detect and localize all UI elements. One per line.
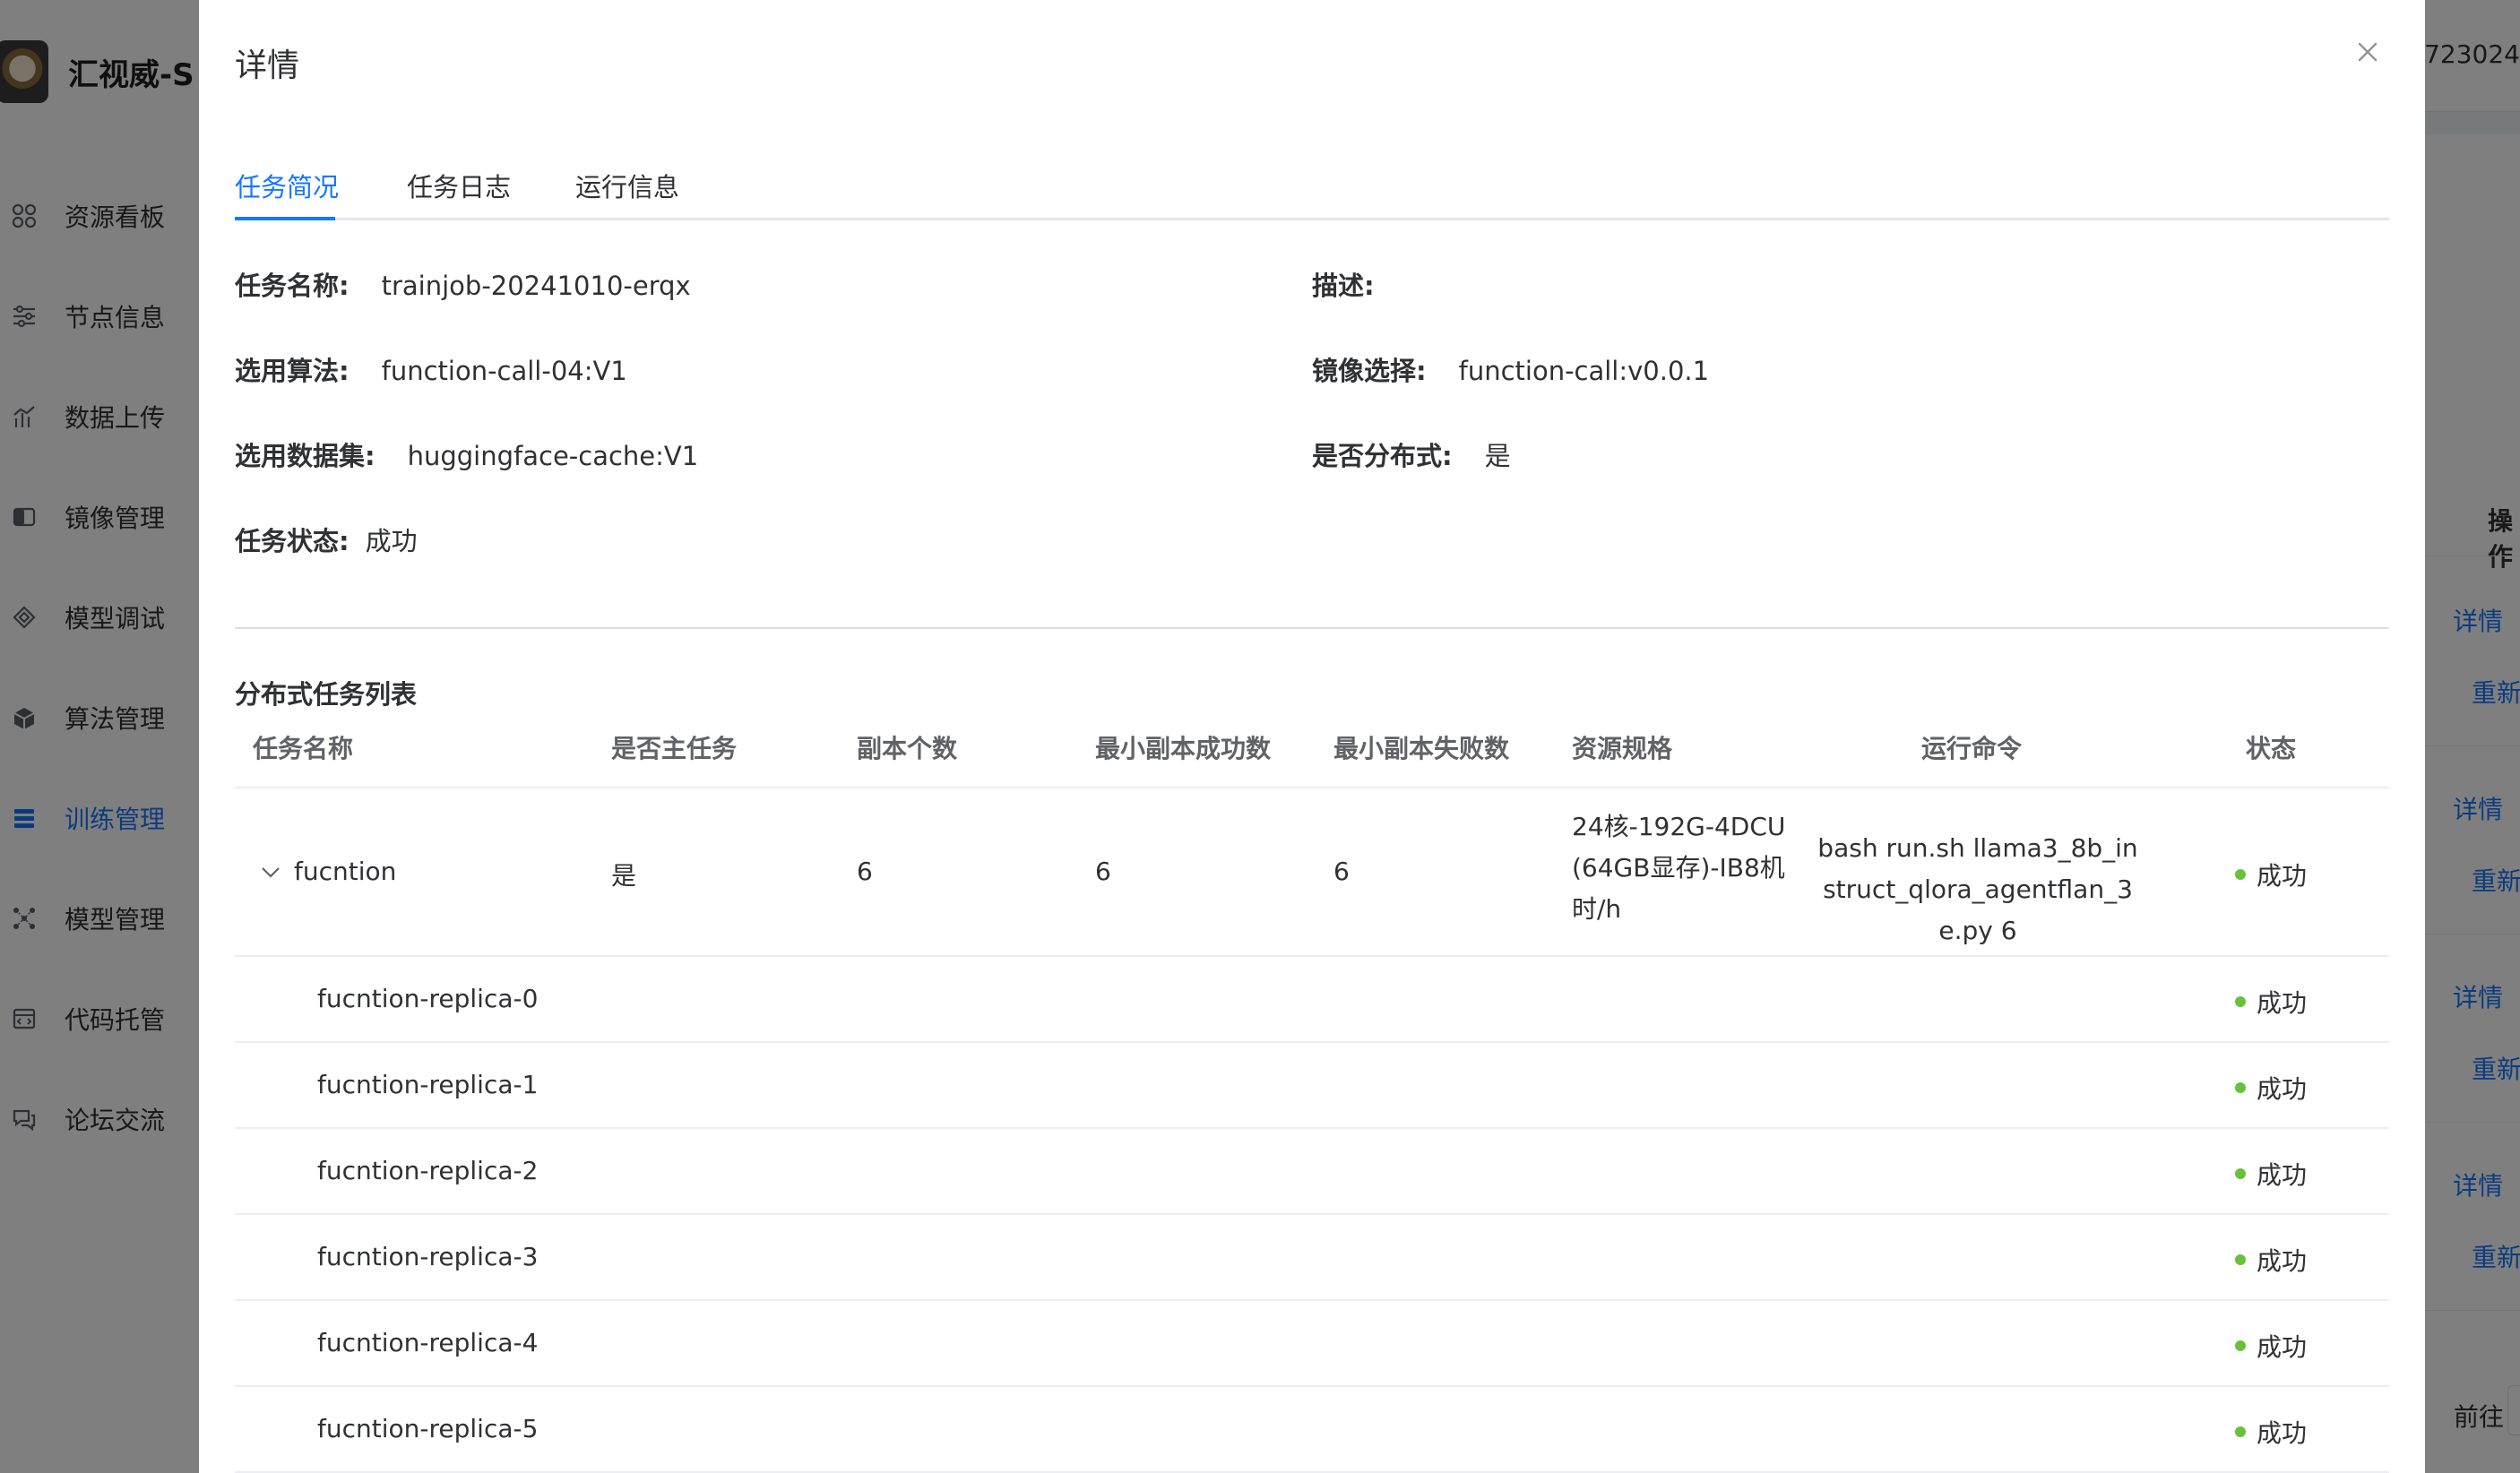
cell-replica-name: fucntion-replica-4 bbox=[317, 1328, 539, 1357]
field-value: 是 bbox=[1484, 441, 1511, 471]
status-badge: 成功 bbox=[2235, 1328, 2307, 1364]
status-dot bbox=[2235, 1340, 2246, 1351]
field-value: huggingface-cache:V1 bbox=[407, 441, 699, 471]
field-task-name: 任务名称: trainjob-20241010-erqx bbox=[235, 265, 691, 303]
tab-overview[interactable]: 任务简况 bbox=[235, 167, 339, 204]
status-text: 成功 bbox=[2257, 1246, 2308, 1276]
section-title: 分布式任务列表 bbox=[235, 679, 418, 710]
column-header: 资源规格 bbox=[1572, 734, 1673, 763]
table-row: fucntion-replica-1 成功 bbox=[235, 1043, 2389, 1129]
detail-tabs: 任务简况 任务日志 运行信息 bbox=[235, 161, 2389, 220]
status-dot bbox=[2235, 996, 2246, 1007]
field-label: 任务状态: bbox=[235, 526, 350, 556]
table-row: fucntion-replica-0 成功 bbox=[235, 957, 2389, 1043]
status-dot bbox=[2235, 1168, 2246, 1179]
field-value: function-call-04:V1 bbox=[381, 356, 627, 386]
field-distributed: 是否分布式: 是 bbox=[1312, 435, 1511, 473]
divider bbox=[235, 627, 2389, 629]
field-label: 选用数据集: bbox=[235, 441, 375, 471]
table-row: fucntion-replica-2 成功 bbox=[235, 1129, 2389, 1215]
status-badge: 成功 bbox=[2235, 1242, 2307, 1278]
table-row: fucntion-replica-4 成功 bbox=[235, 1301, 2389, 1387]
field-label: 描述: bbox=[1312, 271, 1375, 301]
field-image: 镜像选择: function-call:v0.0.1 bbox=[1312, 350, 1709, 388]
chevron-down-icon bbox=[262, 867, 280, 878]
table-row: fucntion 是 6 6 6 24核-192G-4DCU (64GB显存)-… bbox=[235, 788, 2389, 957]
status-text: 成功 bbox=[2257, 1332, 2308, 1362]
field-label: 任务名称: bbox=[235, 271, 350, 301]
status-text: 成功 bbox=[2257, 1074, 2308, 1104]
field-label: 是否分布式: bbox=[1312, 441, 1453, 471]
status-badge: 成功 bbox=[2235, 1156, 2307, 1192]
tab-runtime-info[interactable]: 运行信息 bbox=[575, 167, 679, 204]
row-expand-toggle[interactable] bbox=[260, 862, 281, 883]
field-label: 选用算法: bbox=[235, 356, 350, 386]
field-dataset: 选用数据集: huggingface-cache:V1 bbox=[235, 435, 698, 473]
column-header: 状态 bbox=[2246, 734, 2297, 763]
cell-replica-name: fucntion-replica-3 bbox=[317, 1242, 539, 1271]
cell-replica-name: fucntion-replica-5 bbox=[317, 1414, 539, 1443]
column-header: 是否主任务 bbox=[611, 734, 738, 763]
field-value: trainjob-20241010-erqx bbox=[381, 271, 691, 301]
status-badge: 成功 bbox=[2235, 1070, 2307, 1106]
status-dot bbox=[2235, 1254, 2246, 1265]
cell-min-fail: 6 bbox=[1333, 857, 1350, 886]
status-badge: 成功 bbox=[2235, 1414, 2307, 1450]
status-text: 成功 bbox=[2257, 1160, 2308, 1190]
status-dot bbox=[2235, 1426, 2246, 1437]
field-task-status: 任务状态: 成功 bbox=[235, 521, 418, 558]
field-value: 成功 bbox=[365, 526, 418, 556]
status-text: 成功 bbox=[2257, 988, 2308, 1018]
column-header: 任务名称 bbox=[253, 734, 354, 763]
table-header: 任务名称 是否主任务 副本个数 最小副本成功数 最小副本失败数 资源规格 运行命… bbox=[235, 717, 2389, 788]
cell-task-name: fucntion bbox=[294, 857, 397, 886]
column-header: 副本个数 bbox=[857, 734, 958, 763]
column-header: 最小副本失败数 bbox=[1333, 734, 1510, 763]
dialog-title: 详情 bbox=[235, 47, 300, 84]
detail-dialog: 详情 任务简况 任务日志 运行信息 任务名称: trainjob-2024101… bbox=[199, 0, 2425, 1473]
column-header: 运行命令 bbox=[1921, 734, 2023, 763]
table-row: fucntion-replica-3 成功 bbox=[235, 1215, 2389, 1301]
tab-logs[interactable]: 任务日志 bbox=[407, 167, 511, 204]
distributed-task-table: 任务名称 是否主任务 副本个数 最小副本成功数 最小副本失败数 资源规格 运行命… bbox=[235, 717, 2389, 1473]
cell-run-command: bash run.sh llama3_8b_instruct_qlora_age… bbox=[1817, 833, 2138, 945]
cell-replica-name: fucntion-replica-0 bbox=[317, 984, 539, 1013]
active-tab-indicator bbox=[235, 217, 335, 220]
table-row: fucntion-replica-5 成功 bbox=[235, 1387, 2389, 1473]
status-badge: 成功 bbox=[2235, 984, 2307, 1020]
status-dot bbox=[2235, 869, 2246, 880]
close-button[interactable] bbox=[2352, 36, 2384, 68]
cell-resource-spec: 24核-192G-4DCU (64GB显存)-IB8机时/h bbox=[1572, 812, 1786, 924]
column-header: 最小副本成功数 bbox=[1095, 734, 1272, 763]
status-dot bbox=[2235, 1082, 2246, 1093]
status-badge: 成功 bbox=[2235, 857, 2307, 892]
cell-min-success: 6 bbox=[1095, 857, 1111, 886]
field-label: 镜像选择: bbox=[1312, 356, 1427, 386]
cell-replicas: 6 bbox=[857, 857, 873, 886]
status-text: 成功 bbox=[2257, 1418, 2308, 1448]
field-description: 描述: bbox=[1312, 265, 1407, 303]
status-text: 成功 bbox=[2257, 861, 2308, 891]
close-icon bbox=[2358, 42, 2378, 62]
cell-replica-name: fucntion-replica-2 bbox=[317, 1156, 539, 1185]
cell-is-main: 是 bbox=[611, 861, 637, 891]
field-algorithm: 选用算法: function-call-04:V1 bbox=[235, 350, 627, 388]
cell-replica-name: fucntion-replica-1 bbox=[317, 1070, 539, 1099]
field-value: function-call:v0.0.1 bbox=[1458, 356, 1710, 386]
